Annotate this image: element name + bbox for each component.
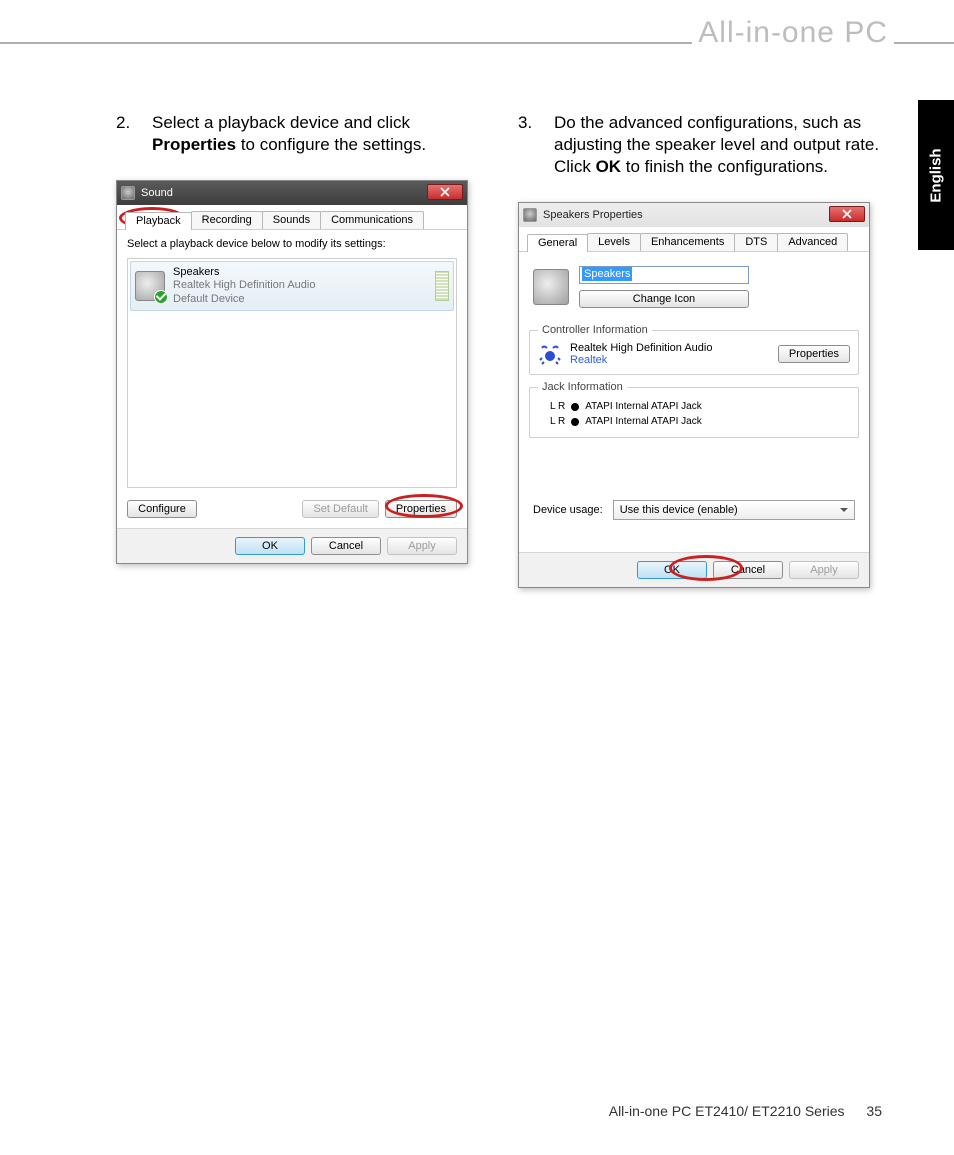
tab-recording[interactable]: Recording xyxy=(191,211,263,229)
step-3-text: Do the advanced configurations, such as … xyxy=(554,112,894,178)
tab-playback[interactable]: Playback xyxy=(125,212,192,230)
language-tab: English xyxy=(918,100,954,250)
props-title: Speakers Properties xyxy=(543,209,643,221)
close-icon[interactable] xyxy=(427,184,463,200)
tab-enhancements[interactable]: Enhancements xyxy=(640,233,735,251)
props-titlebar[interactable]: Speakers Properties xyxy=(519,203,869,227)
step-2: 2. Select a playback device and click Pr… xyxy=(116,112,492,156)
jack-info-legend: Jack Information xyxy=(538,381,627,393)
sound-title-icon xyxy=(121,186,135,200)
apply-button[interactable]: Apply xyxy=(789,561,859,579)
apply-button[interactable]: Apply xyxy=(387,537,457,555)
tab-advanced[interactable]: Advanced xyxy=(777,233,848,251)
device-item-speakers[interactable]: Speakers Realtek High Definition Audio D… xyxy=(130,261,454,311)
device-name: Speakers xyxy=(173,266,315,279)
cancel-button[interactable]: Cancel xyxy=(311,537,381,555)
jack-info-group: Jack Information L R ATAPI Internal ATAP… xyxy=(529,381,859,438)
device-usage-value: Use this device (enable) xyxy=(620,504,738,516)
speaker-icon xyxy=(135,271,165,301)
page-header-rule: All-in-one PC xyxy=(0,42,954,72)
tab-general[interactable]: General xyxy=(527,234,588,252)
jack-dot-icon xyxy=(571,403,579,411)
controller-info-legend: Controller Information xyxy=(538,324,652,336)
controller-properties-button[interactable]: Properties xyxy=(778,345,850,363)
change-icon-button[interactable]: Change Icon xyxy=(579,290,749,308)
footer-model: All-in-one PC ET2410/ ET2210 Series xyxy=(609,1103,845,1119)
footer-page-number: 35 xyxy=(866,1103,882,1119)
jack-row-1: L R ATAPI Internal ATAPI Jack xyxy=(538,399,850,414)
jack-row-2: L R ATAPI Internal ATAPI Jack xyxy=(538,414,850,429)
sound-instruction: Select a playback device below to modify… xyxy=(127,238,457,250)
sound-titlebar[interactable]: Sound xyxy=(117,181,467,205)
controller-name: Realtek High Definition Audio xyxy=(570,342,770,354)
chevron-down-icon xyxy=(840,508,848,516)
controller-vendor-link[interactable]: Realtek xyxy=(570,354,770,366)
device-status: Default Device xyxy=(173,293,315,306)
controller-info-group: Controller Information Realtek High Defi… xyxy=(529,324,859,375)
props-tabstrip: General Levels Enhancements DTS Advanced xyxy=(519,227,869,252)
device-usage-label: Device usage: xyxy=(533,504,603,516)
step-3: 3. Do the advanced configurations, such … xyxy=(518,112,894,178)
ok-button[interactable]: OK xyxy=(637,561,707,579)
realtek-crab-icon xyxy=(538,342,562,366)
device-name-input[interactable]: Speakers xyxy=(579,266,749,284)
tab-sounds[interactable]: Sounds xyxy=(262,211,321,229)
page-footer: All-in-one PC ET2410/ ET2210 Series 35 xyxy=(609,1103,882,1119)
device-usage-select[interactable]: Use this device (enable) xyxy=(613,500,855,520)
sound-dialog: Sound Playback Recording Sounds Communic… xyxy=(116,180,468,564)
level-meter xyxy=(435,271,449,301)
props-title-icon xyxy=(523,208,537,222)
sound-title: Sound xyxy=(141,187,173,199)
language-label: English xyxy=(928,148,945,202)
tab-communications[interactable]: Communications xyxy=(320,211,424,229)
default-check-icon xyxy=(154,290,168,304)
close-icon[interactable] xyxy=(829,206,865,222)
page-header-title: All-in-one PC xyxy=(692,16,894,50)
device-large-icon xyxy=(533,269,569,305)
step-3-number: 3. xyxy=(518,112,554,178)
jack-dot-icon xyxy=(571,418,579,426)
step-2-number: 2. xyxy=(116,112,152,156)
speakers-properties-dialog: Speakers Properties General Levels Enhan… xyxy=(518,202,870,588)
set-default-button[interactable]: Set Default xyxy=(302,500,378,518)
sound-tabstrip: Playback Recording Sounds Communications xyxy=(117,205,467,230)
step-2-text: Select a playback device and click Prope… xyxy=(152,112,492,156)
properties-button[interactable]: Properties xyxy=(385,500,457,518)
configure-button[interactable]: Configure xyxy=(127,500,197,518)
tab-dts[interactable]: DTS xyxy=(734,233,778,251)
cancel-button[interactable]: Cancel xyxy=(713,561,783,579)
device-list[interactable]: Speakers Realtek High Definition Audio D… xyxy=(127,258,457,488)
tab-levels[interactable]: Levels xyxy=(587,233,641,251)
ok-button[interactable]: OK xyxy=(235,537,305,555)
device-driver: Realtek High Definition Audio xyxy=(173,279,315,292)
